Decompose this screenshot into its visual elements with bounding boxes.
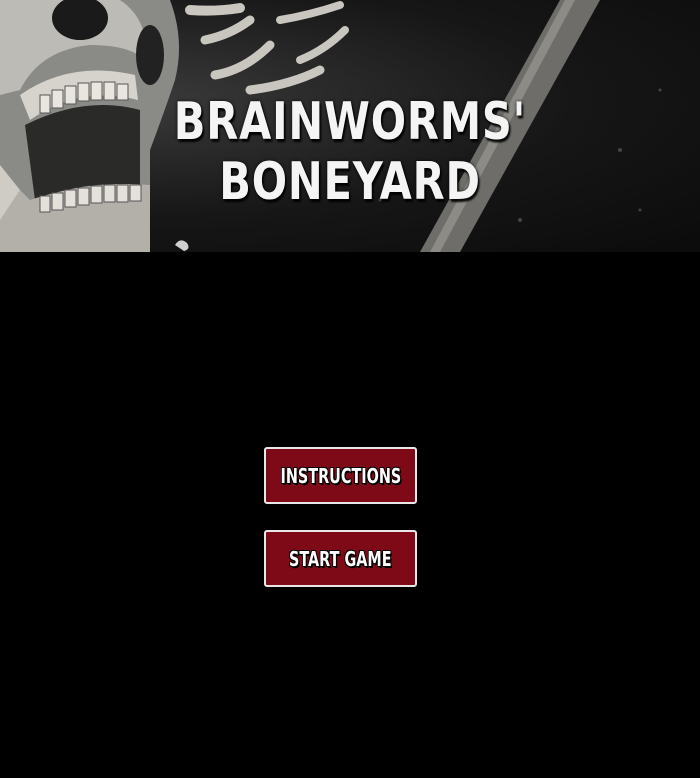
game-title: BRAINWORMS' BONEYARD	[173, 92, 527, 212]
header-banner: BRAINWORMS' BONEYARD	[0, 0, 700, 252]
skeleton-hand-image	[185, 1, 349, 95]
instructions-button[interactable]: INSTRUCTIONS	[264, 447, 417, 504]
game-start-screen: BRAINWORMS' BONEYARD INSTRUCTIONS START …	[0, 0, 700, 778]
start-game-button-label: START GAME	[289, 546, 392, 571]
instructions-button-label: INSTRUCTIONS	[280, 463, 401, 488]
start-game-button[interactable]: START GAME	[264, 530, 417, 587]
